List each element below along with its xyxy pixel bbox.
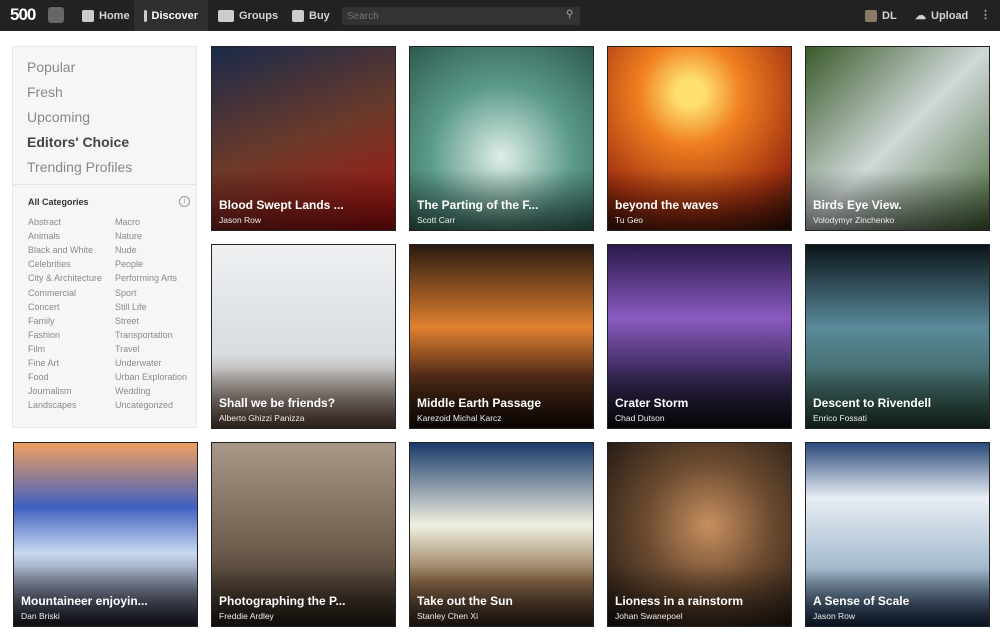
photo-tile[interactable]: Mountaineer enjoyin... Dan Briski [13,442,198,627]
photo-title: Photographing the P... [219,594,346,608]
photo-title: Birds Eye View. [813,198,902,212]
category-link[interactable]: City & Architecture [28,273,102,283]
photo-author[interactable]: Chad Dutson [615,413,665,423]
sidebar-item[interactable]: Fresh [27,84,63,100]
nav-discover[interactable]: Discover [134,0,208,31]
photo-tile[interactable]: A Sense of Scale Jason Row [805,442,990,627]
photo-title: Mountaineer enjoyin... [21,594,148,608]
category-link[interactable]: Sport [115,288,137,298]
category-link[interactable]: Uncategorized [115,400,173,410]
photo-tile[interactable]: Take out the Sun Stanley Chen Xi [409,442,594,627]
photo-tile[interactable]: Photographing the P... Freddie Ardley [211,442,396,627]
avatar [865,9,877,22]
category-link[interactable]: Concert [28,302,60,312]
sidebar: All Categories i Popular Fresh Upcoming Edi… [12,46,197,428]
photo-author[interactable]: Dan Briski [21,611,60,621]
category-link[interactable]: Macro [115,217,140,227]
search-input[interactable] [342,7,580,25]
photo-title: Descent to Rivendell [813,396,932,410]
category-link[interactable]: Underwater [115,358,162,368]
photo-title: Lioness in a rainstorm [615,594,744,608]
photo-title: A Sense of Scale [813,594,910,608]
photo-author[interactable]: Tu Geo [615,215,643,225]
categories-title: All Categories [28,197,89,207]
category-link[interactable]: Street [115,316,139,326]
category-link[interactable]: Fashion [28,330,60,340]
search-icon[interactable]: ⚲ [566,9,573,20]
photo-author[interactable]: Volodymyr Zinchenko [813,215,894,225]
nav-groups[interactable]: Groups [208,0,288,31]
category-link[interactable]: Animals [28,231,60,241]
photo-title: Crater Storm [615,396,689,410]
info-icon[interactable]: i [179,196,190,207]
nav-buy[interactable]: Buy [282,0,340,31]
photo-title: Blood Swept Lands ... [219,198,344,212]
photo-tile[interactable]: Shall we be friends? Alberto Ghizzi Paniz… [211,244,396,429]
discover-icon [144,9,147,22]
photo-title: Shall we be friends? [219,396,336,410]
category-link[interactable]: Wedding [115,386,150,396]
category-link[interactable]: Travel [115,344,140,354]
photo-author[interactable]: Jason Row [813,611,855,621]
category-link[interactable]: Food [28,372,49,382]
sidebar-item[interactable]: Trending Profiles [27,159,132,175]
category-link[interactable]: Urban Exploration [115,372,187,382]
sidebar-item[interactable]: Upcoming [27,109,90,125]
photo-author[interactable]: Johan Swanepoel [615,611,683,621]
photo-author[interactable]: Karezoid Michal Karcz [417,413,502,423]
home-icon [82,9,94,22]
sidebar-item[interactable]: Editors' Choice [27,134,129,150]
groups-icon [218,9,234,22]
photo-title: Take out the Sun [417,594,513,608]
photo-author[interactable]: Enrico Fossati [813,413,867,423]
category-link[interactable]: Celebrities [28,259,71,269]
category-link[interactable]: Landscapes [28,400,77,410]
more-icon[interactable]: ⋮ [980,8,991,21]
photo-tile[interactable]: beyond the waves Tu Geo [607,46,792,231]
divider [13,184,196,185]
top-nav-bar: 500 Home Discover Groups Buy ⚲ DL ☁Uploa… [0,0,1000,31]
sidebar-item[interactable]: Popular [27,59,75,75]
photo-author[interactable]: Scott Carr [417,215,455,225]
user-menu[interactable]: DL [855,0,907,31]
photo-author[interactable]: Stanley Chen Xi [417,611,478,621]
photo-tile[interactable]: Lioness in a rainstorm Johan Swanepoel [607,442,792,627]
nav-home[interactable]: Home [72,0,140,31]
category-link[interactable]: Performing Arts [115,273,177,283]
category-link[interactable]: Fine Art [28,358,59,368]
category-link[interactable]: Nude [115,245,137,255]
photo-tile[interactable]: Crater Storm Chad Dutson [607,244,792,429]
photo-tile[interactable]: Birds Eye View. Volodymyr Zinchenko [805,46,990,231]
category-link[interactable]: Commercial [28,288,76,298]
upload-button[interactable]: ☁ Upload [905,0,978,31]
bag-icon [292,9,304,22]
menu-icon[interactable] [48,7,64,23]
photo-title: The Parting of the F... [417,198,539,212]
photo-tile[interactable]: Blood Swept Lands ... Jason Row [211,46,396,231]
photo-title: beyond the waves [615,198,719,212]
logo[interactable]: 500 [10,5,36,25]
photo-author[interactable]: Freddie Ardley [219,611,274,621]
photo-author[interactable]: Alberto Ghizzi Panizza [219,413,305,423]
category-link[interactable]: Still Life [115,302,147,312]
photo-title: Middle Earth Passage [417,396,542,410]
category-link[interactable]: People [115,259,143,269]
category-link[interactable]: Abstract [28,217,61,227]
photo-tile[interactable]: Middle Earth Passage Karezoid Michal Karc… [409,244,594,429]
photo-tile[interactable]: Descent to Rivendell Enrico Fossati [805,244,990,429]
category-link[interactable]: Nature [115,231,142,241]
category-link[interactable]: Film [28,344,45,354]
photo-author[interactable]: Jason Row [219,215,261,225]
photo-tile[interactable]: The Parting of the F... Scott Carr [409,46,594,231]
category-link[interactable]: Family [28,316,55,326]
category-link[interactable]: Journalism [28,386,72,396]
category-link[interactable]: Black and White [28,245,93,255]
category-link[interactable]: Transportation [115,330,173,340]
cloud-upload-icon: ☁ [915,10,926,22]
